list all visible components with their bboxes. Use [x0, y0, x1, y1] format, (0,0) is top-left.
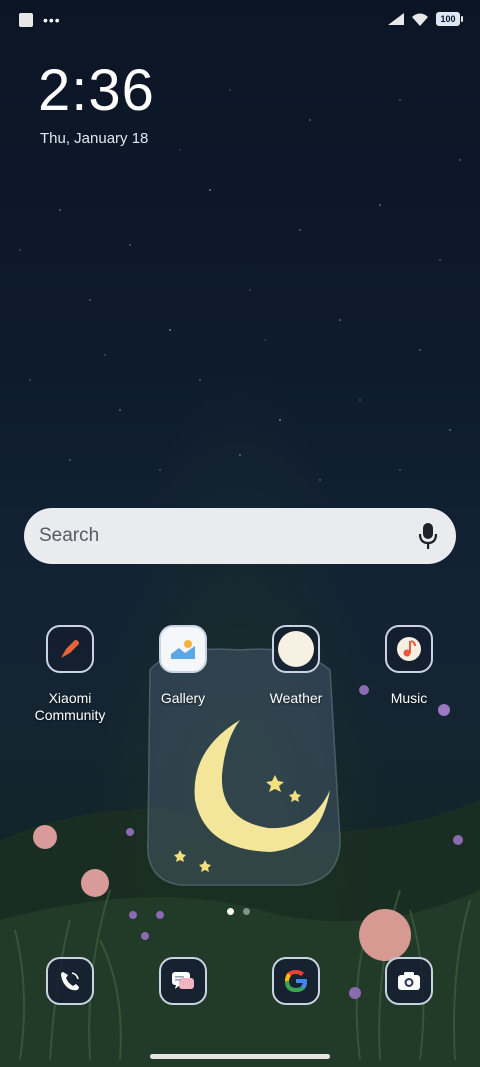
app-label: Weather	[269, 690, 323, 706]
dock-messages[interactable]	[128, 957, 238, 1005]
clock-date[interactable]: Thu, January 18	[40, 130, 148, 147]
microphone-icon[interactable]	[418, 522, 438, 550]
app-label: Xiaomi Community	[34, 690, 106, 723]
messages-icon	[159, 957, 207, 1005]
app-xiaomi-community[interactable]: Xiaomi Community	[15, 625, 125, 724]
app-music[interactable]: Music	[354, 625, 464, 707]
xiaomi-community-icon	[46, 625, 94, 673]
page-indicator	[227, 908, 250, 915]
phone-icon	[46, 957, 94, 1005]
camera-icon	[385, 957, 433, 1005]
page-dot	[243, 908, 250, 915]
weather-icon	[272, 625, 320, 673]
signal-icon	[388, 13, 404, 25]
gallery-icon	[159, 625, 207, 673]
search-bar[interactable]: Search	[24, 508, 456, 564]
wifi-icon	[412, 13, 428, 26]
app-label: Gallery	[160, 690, 206, 706]
status-bar: ••• 100	[0, 0, 480, 40]
dock-camera[interactable]	[354, 957, 464, 1005]
clock-time[interactable]: 2:36	[38, 58, 155, 124]
more-notifications-icon: •••	[43, 12, 61, 28]
dock-google[interactable]	[241, 957, 351, 1005]
page-dot-active	[227, 908, 234, 915]
dock-phone[interactable]	[15, 957, 125, 1005]
music-icon	[385, 625, 433, 673]
app-weather[interactable]: Weather	[241, 625, 351, 707]
search-placeholder: Search	[39, 525, 100, 546]
app-label: Music	[390, 690, 428, 706]
home-indicator[interactable]	[150, 1054, 330, 1059]
app-gallery[interactable]: Gallery	[128, 625, 238, 707]
notification-icon	[19, 13, 33, 27]
google-icon	[272, 957, 320, 1005]
battery-icon: 100	[436, 12, 463, 26]
